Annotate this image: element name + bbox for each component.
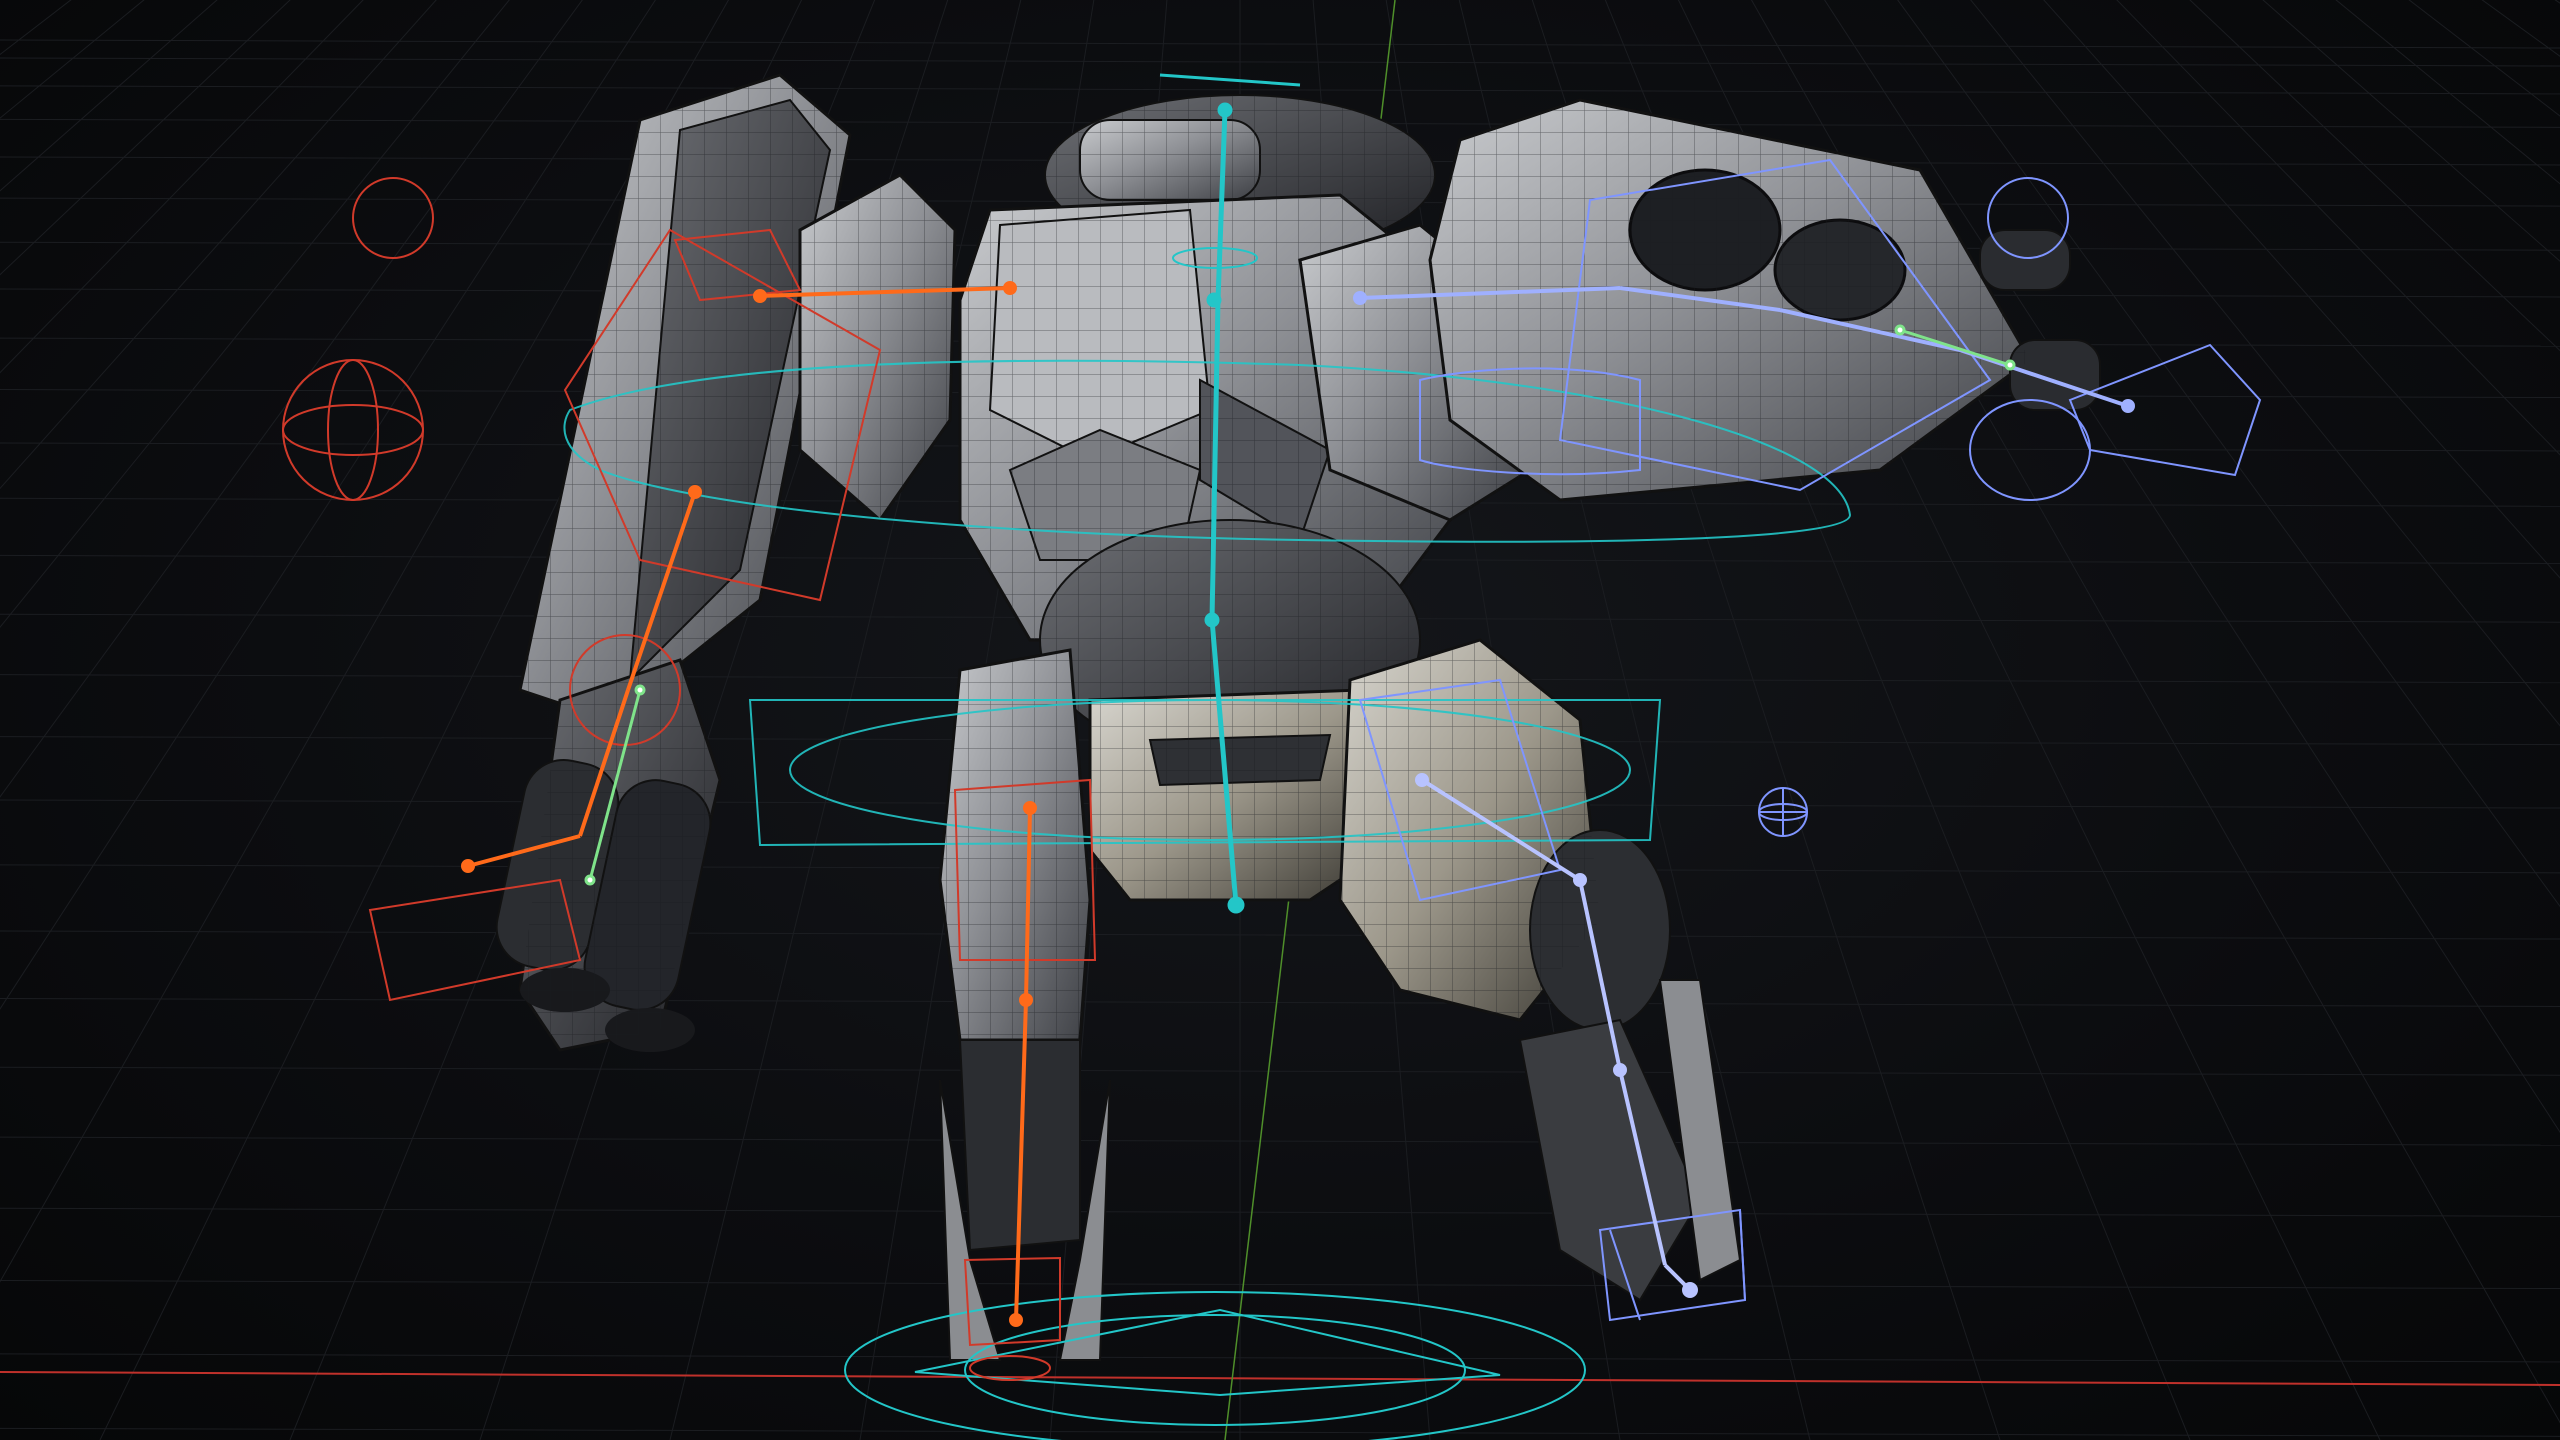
right-leg-pole-sphere[interactable]: [1758, 787, 1808, 837]
grid-line: [0, 997, 2560, 1007]
grid-line: [0, 1136, 2560, 1146]
left-arm-pole-sphere[interactable]: [282, 359, 424, 501]
left-cannon[interactable]: [489, 658, 722, 1052]
head-control[interactable]: [1159, 73, 1301, 87]
grid-line: [0, 1207, 2560, 1217]
grid-line: [0, 57, 2560, 67]
viewport-canvas[interactable]: [0, 0, 2560, 1440]
mech-model[interactable]: [489, 73, 2101, 1361]
grid-line: [0, 1280, 2560, 1290]
grid-line: [0, 1353, 2560, 1363]
grid-line: [0, 39, 2560, 49]
root-control[interactable]: [844, 1291, 1586, 1440]
right-heavy-cannon[interactable]: [1428, 98, 2101, 502]
grid-line: [0, 1066, 2560, 1076]
grid-line: [0, 930, 2560, 940]
3d-viewport[interactable]: [0, 0, 2560, 1440]
grid-line: [0, 1427, 2560, 1437]
grid-line: [0, 85, 2560, 95]
right-leg[interactable]: [1338, 638, 1742, 1302]
x-axis-line: [0, 1371, 2560, 1386]
hip-block[interactable]: [1088, 688, 1372, 902]
